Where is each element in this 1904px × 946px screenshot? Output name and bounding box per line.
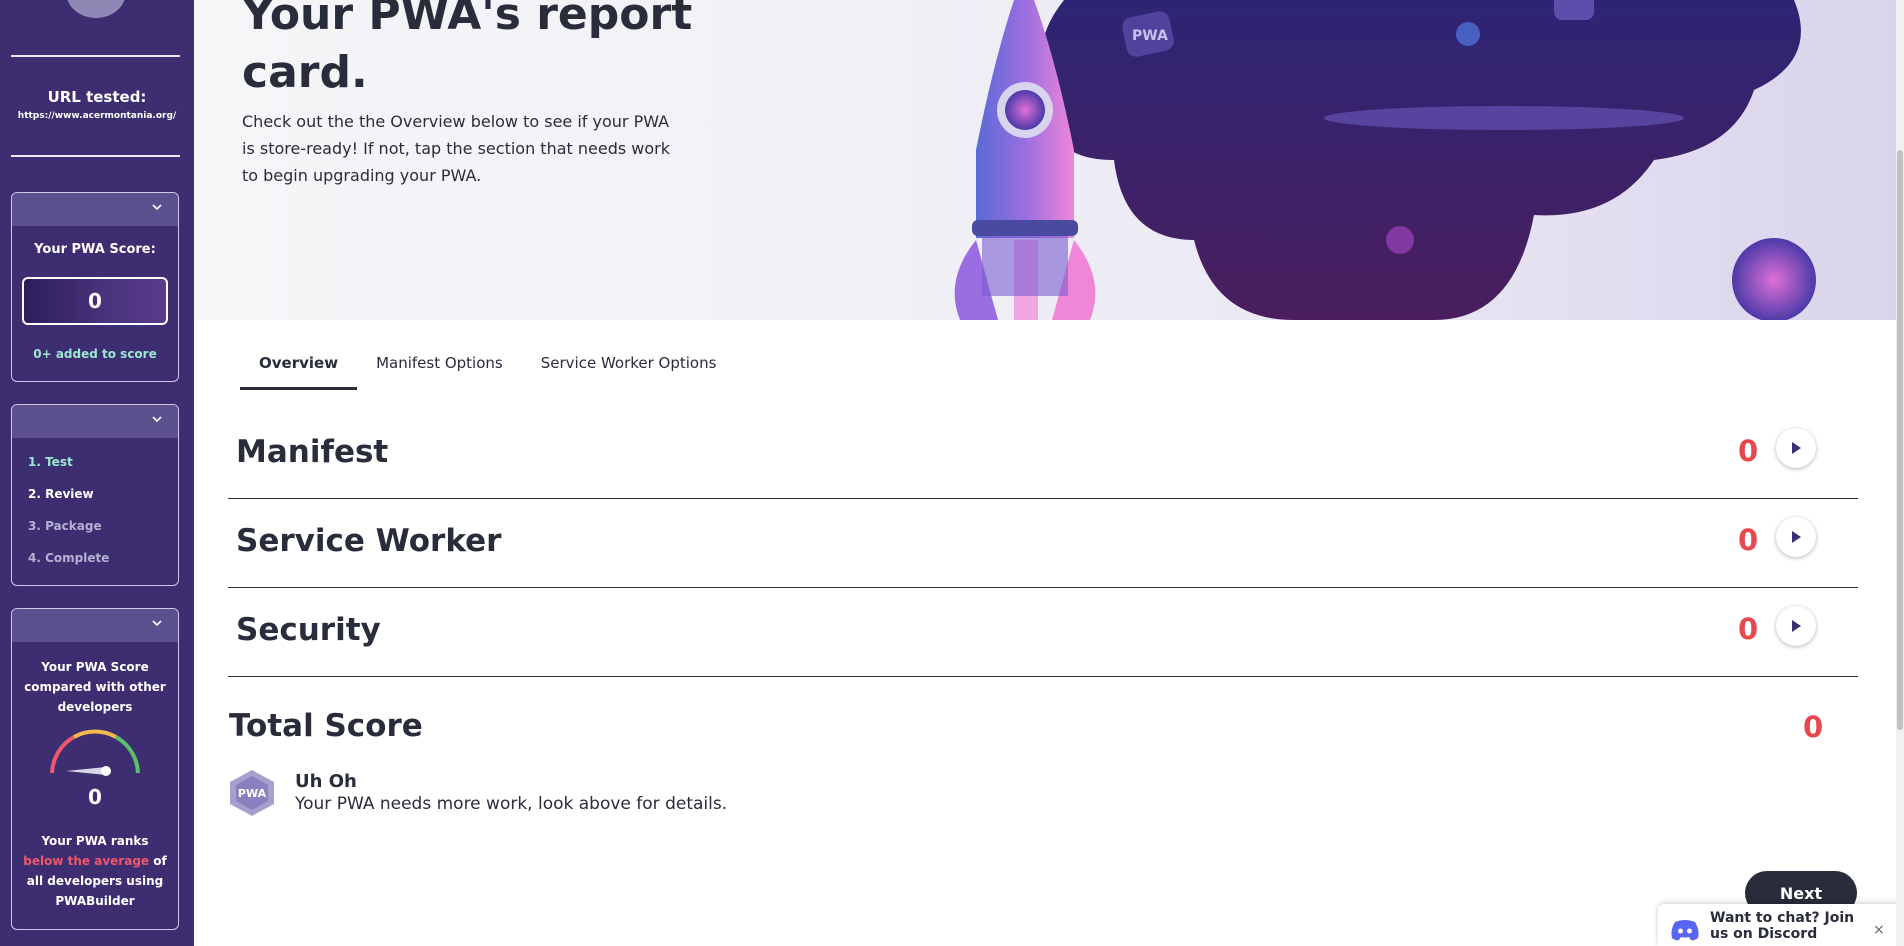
page-scrollbar[interactable] bbox=[1896, 0, 1904, 946]
tab-manifest-options[interactable]: Manifest Options bbox=[357, 346, 522, 388]
section-title: Manifest bbox=[236, 434, 389, 470]
section-manifest[interactable]: Manifest 0 bbox=[228, 410, 1858, 499]
expand-security-button[interactable] bbox=[1776, 606, 1816, 646]
section-score: 0 bbox=[1738, 523, 1759, 557]
gauge-value: 0 bbox=[88, 785, 102, 809]
step-complete: 4. Complete bbox=[28, 551, 110, 565]
result-title: Uh Oh bbox=[295, 771, 357, 792]
expand-service-worker-button[interactable] bbox=[1776, 517, 1816, 557]
score-comparison-card: Your PWA Score compared with other devel… bbox=[11, 608, 179, 930]
url-tested-value: https://www.acermontania.org/ bbox=[17, 111, 177, 121]
play-arrow-icon bbox=[1792, 620, 1801, 632]
scrollbar-thumb[interactable] bbox=[1897, 150, 1903, 730]
steps-card-header[interactable] bbox=[12, 405, 178, 438]
divider bbox=[11, 155, 180, 157]
expand-manifest-button[interactable] bbox=[1776, 428, 1816, 468]
discord-text: Want to chat? Join us on Discord bbox=[1710, 910, 1855, 942]
play-arrow-icon bbox=[1792, 531, 1801, 543]
pwa-badge-icon: PWA bbox=[230, 770, 274, 816]
rank-highlight: below the average bbox=[23, 854, 150, 868]
section-service-worker[interactable]: Service Worker 0 bbox=[228, 499, 1858, 588]
play-arrow-icon bbox=[1792, 442, 1801, 454]
step-review[interactable]: 2. Review bbox=[28, 487, 109, 519]
svg-text:PWA: PWA bbox=[1132, 28, 1168, 44]
sidebar: URL tested: https://www.acermontania.org… bbox=[0, 0, 194, 946]
total-score-label: Total Score bbox=[229, 708, 423, 744]
section-score: 0 bbox=[1738, 612, 1759, 646]
page-title: Your PWA's report card. bbox=[242, 0, 693, 98]
step-test[interactable]: 1. Test bbox=[28, 455, 109, 487]
comparison-title: Your PWA Score compared with other devel… bbox=[24, 660, 166, 714]
url-tested-label: URL tested: bbox=[47, 88, 147, 106]
score-added-text: 0+ added to score bbox=[33, 347, 157, 361]
discord-chat-banner[interactable]: Want to chat? Join us on Discord × bbox=[1658, 904, 1904, 946]
result-message: Your PWA needs more work, look above for… bbox=[295, 794, 728, 814]
svg-text:PWA: PWA bbox=[238, 787, 267, 800]
section-title: Security bbox=[236, 612, 381, 648]
score-gauge-icon bbox=[50, 729, 140, 776]
chevron-down-icon[interactable] bbox=[151, 413, 163, 425]
discord-icon bbox=[1671, 920, 1699, 941]
report-card-hero: Your PWA's report card. Check out the the… bbox=[194, 0, 1904, 320]
section-security[interactable]: Security 0 bbox=[228, 588, 1858, 677]
tab-service-worker-options[interactable]: Service Worker Options bbox=[522, 346, 736, 388]
step-package: 3. Package bbox=[28, 519, 102, 533]
pwa-score-card: Your PWA Score: 0 0+ added to score bbox=[11, 192, 179, 382]
rocket-illustration-icon: PWA bbox=[954, 0, 1816, 320]
report-tabs: Overview Manifest Options Service Worker… bbox=[240, 346, 736, 390]
divider bbox=[11, 55, 180, 57]
pwabuilder-logo[interactable] bbox=[66, 0, 126, 18]
total-score-value: 0 bbox=[1803, 710, 1824, 744]
section-score: 0 bbox=[1738, 434, 1759, 468]
section-title: Service Worker bbox=[236, 523, 502, 559]
progress-steps-card: 1. Test 2. Review 3. Package 4. Complete bbox=[11, 404, 179, 586]
app-root: URL tested: https://www.acermontania.org… bbox=[0, 0, 1904, 946]
score-card-header[interactable] bbox=[12, 193, 178, 226]
pwa-score-value: 0 bbox=[22, 277, 168, 325]
close-icon[interactable]: × bbox=[1873, 922, 1885, 938]
steps-list: 1. Test 2. Review 3. Package 4. Complete bbox=[28, 455, 109, 583]
compare-card-header[interactable] bbox=[12, 609, 178, 642]
tab-overview[interactable]: Overview bbox=[240, 346, 358, 390]
chevron-down-icon[interactable] bbox=[151, 201, 163, 213]
hero-description: Check out the the Overview below to see … bbox=[242, 112, 670, 185]
chevron-down-icon[interactable] bbox=[151, 617, 163, 629]
pwa-score-title: Your PWA Score: bbox=[34, 242, 156, 257]
rank-text: Your PWA ranks below the average of all … bbox=[23, 834, 167, 908]
